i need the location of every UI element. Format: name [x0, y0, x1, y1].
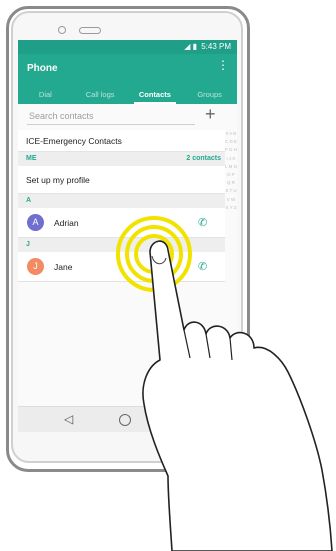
app-title: Phone: [27, 63, 58, 74]
section-label: ME: [26, 155, 37, 162]
home-circle-icon[interactable]: [119, 414, 131, 426]
plus-icon[interactable]: +: [205, 105, 216, 123]
contact-count: 2 contacts: [186, 155, 221, 162]
speaker-grille-icon: [79, 27, 101, 34]
avatar: J: [27, 258, 44, 275]
section-label: A: [26, 197, 32, 204]
contact-name: Jane: [54, 262, 73, 272]
tab-call-logs[interactable]: Call logs: [73, 86, 128, 104]
tab-dial[interactable]: Dial: [18, 86, 73, 104]
phone-icon[interactable]: ✆: [198, 260, 207, 273]
avatar: A: [27, 214, 44, 231]
phone-icon[interactable]: ✆: [198, 216, 207, 229]
tab-bar: Dial Call logs Contacts Groups: [18, 86, 237, 104]
section-label: J: [26, 241, 30, 248]
setup-profile-label: Set up my profile: [26, 175, 90, 185]
search-input[interactable]: Search contacts: [27, 109, 195, 125]
app-bar: Phone ⋮ Dial Call logs Contacts Groups: [18, 54, 237, 104]
touch-indicator-icon: [116, 216, 192, 292]
section-header-a: A: [18, 194, 225, 208]
alphabet-index-scrollbar[interactable]: # A B C D E F G H I J K L M N O P Q R S …: [225, 130, 237, 410]
tab-contacts[interactable]: Contacts: [128, 86, 183, 104]
section-header-me: ME 2 contacts: [18, 152, 225, 166]
status-time: 5:43 PM: [201, 42, 231, 51]
setup-profile-row[interactable]: Set up my profile: [18, 166, 225, 194]
status-bar: ◢ ▮ 5:43 PM: [18, 40, 237, 54]
navigation-bar: ◁: [18, 406, 237, 432]
signal-icon: ◢ ▮: [184, 42, 197, 51]
front-camera-icon: [58, 26, 66, 34]
search-row: Search contacts +: [18, 104, 237, 128]
more-vert-icon[interactable]: ⋮: [217, 59, 229, 71]
ice-emergency-contacts-row[interactable]: ICE-Emergency Contacts: [18, 130, 225, 152]
back-triangle-icon[interactable]: ◁: [64, 412, 73, 426]
tab-groups[interactable]: Groups: [182, 86, 237, 104]
contact-name: Adrian: [54, 218, 79, 228]
